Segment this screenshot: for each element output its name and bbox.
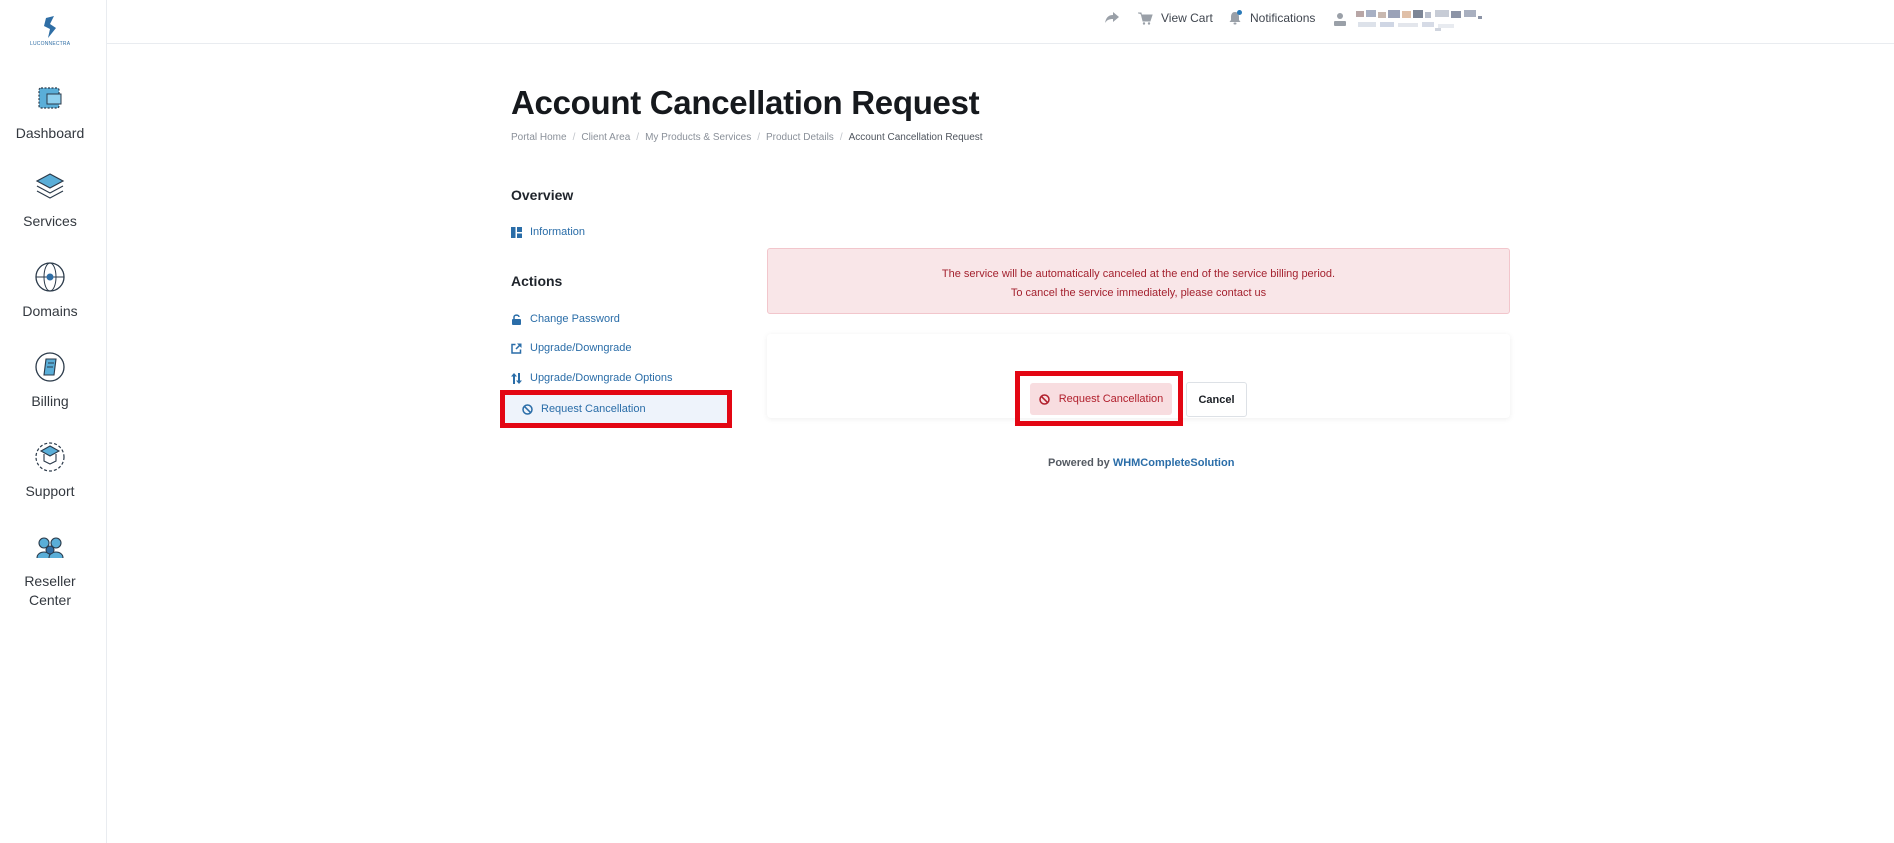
notifications-label: Notifications (1250, 11, 1316, 25)
information-label: Information (530, 226, 586, 238)
notification-dot (1237, 10, 1242, 15)
sidebar-item-label-line2: Center (28, 592, 72, 608)
logo-text: LUCONNECTRA (30, 41, 70, 47)
breadcrumb-separator: / (572, 132, 576, 143)
lock-icon (512, 313, 521, 325)
breadcrumb-portal-home[interactable]: Portal Home (511, 132, 567, 143)
upgrade-downgrade-options-link[interactable]: Upgrade/Downgrade Options (511, 372, 672, 384)
information-link[interactable]: Information (511, 226, 585, 238)
request-cancellation-label: Request Cancellation (541, 403, 646, 415)
upgrade-downgrade-label: Upgrade/Downgrade (530, 342, 632, 354)
sidebar-item-label: Domains (22, 303, 78, 319)
upgrade-downgrade-options-label: Upgrade/Downgrade Options (530, 372, 673, 384)
alert-line-2: To cancel the service immediately, pleas… (1010, 287, 1267, 299)
cancellation-alert: The service will be automatically cancel… (767, 248, 1510, 314)
breadcrumb-client-area[interactable]: Client Area (581, 132, 630, 143)
user-icon (1334, 13, 1346, 26)
ban-icon (1038, 393, 1050, 405)
sidebar-item-reseller-center[interactable]: Reseller Center (0, 532, 100, 610)
dashboard-icon (38, 87, 62, 109)
breadcrumb-separator: / (757, 132, 760, 143)
ban-icon (522, 403, 533, 415)
cart-icon (1138, 12, 1153, 25)
sidebar-item-dashboard[interactable]: Dashboard (0, 82, 100, 143)
user-menu-blurred[interactable] (1352, 9, 1488, 35)
support-icon (35, 442, 65, 472)
page-title: Account Cancellation Request (511, 84, 980, 121)
overview-heading: Overview (511, 187, 574, 203)
sidebar-item-services[interactable]: Services (0, 170, 100, 231)
top-bar: View Cart Notifications (107, 0, 1894, 44)
brand-logo[interactable]: LUCONNECTRA (30, 14, 70, 50)
breadcrumb-product-details[interactable]: Product Details (766, 132, 834, 143)
request-cancellation-button[interactable]: Request Cancellation (1030, 383, 1172, 415)
globe-icon (35, 262, 65, 292)
billing-icon (35, 352, 65, 382)
dashboard-grid-icon (511, 226, 522, 238)
share-button[interactable] (1104, 11, 1128, 25)
users-icon (36, 537, 64, 559)
breadcrumb-current: Account Cancellation Request (848, 132, 983, 143)
breadcrumb: Portal Home / Client Area / My Products … (511, 132, 983, 143)
sidebar-item-label: Support (25, 483, 75, 499)
logo-icon (44, 16, 56, 38)
breadcrumb-separator: / (636, 132, 640, 143)
sidebar-item-billing[interactable]: Billing (0, 350, 100, 411)
change-password-label: Change Password (530, 313, 620, 325)
powered-by-text: Powered by (1048, 457, 1110, 469)
cancel-button[interactable]: Cancel (1186, 382, 1247, 417)
sidebar-item-support[interactable]: Support (0, 440, 100, 501)
sidebar-item-label: Dashboard (15, 125, 85, 141)
view-cart-label: View Cart (1161, 11, 1213, 25)
sidebar-item-domains[interactable]: Domains (0, 260, 100, 321)
powered-by-footer: Powered by WHMCompleteSolution (1048, 457, 1234, 469)
sidebar: LUCONNECTRA Dashboard Services Domains B… (0, 0, 107, 843)
request-cancellation-link[interactable]: Request Cancellation (500, 390, 732, 428)
upgrade-downgrade-link[interactable]: Upgrade/Downgrade (511, 342, 632, 354)
sidebar-item-label: Billing (31, 393, 69, 409)
request-cancellation-button-label: Request Cancellation (1058, 393, 1164, 405)
share-icon (1105, 12, 1119, 23)
view-cart-link[interactable]: View Cart (1137, 11, 1213, 25)
services-icon (35, 173, 65, 199)
notifications-link[interactable]: Notifications (1228, 10, 1316, 25)
actions-heading: Actions (511, 273, 563, 289)
breadcrumb-separator: / (839, 132, 843, 143)
sidebar-item-label: Services (23, 213, 77, 229)
alert-line-1: The service will be automatically cancel… (941, 268, 1336, 280)
bell-icon (1228, 10, 1242, 25)
change-password-link[interactable]: Change Password (511, 313, 620, 325)
sidebar-item-label: Reseller (24, 573, 76, 589)
whmcs-link[interactable]: WHMCompleteSolution (1113, 457, 1235, 469)
breadcrumb-products-services[interactable]: My Products & Services (645, 132, 751, 143)
sort-arrows-icon (511, 372, 522, 384)
external-link-icon (511, 342, 522, 354)
